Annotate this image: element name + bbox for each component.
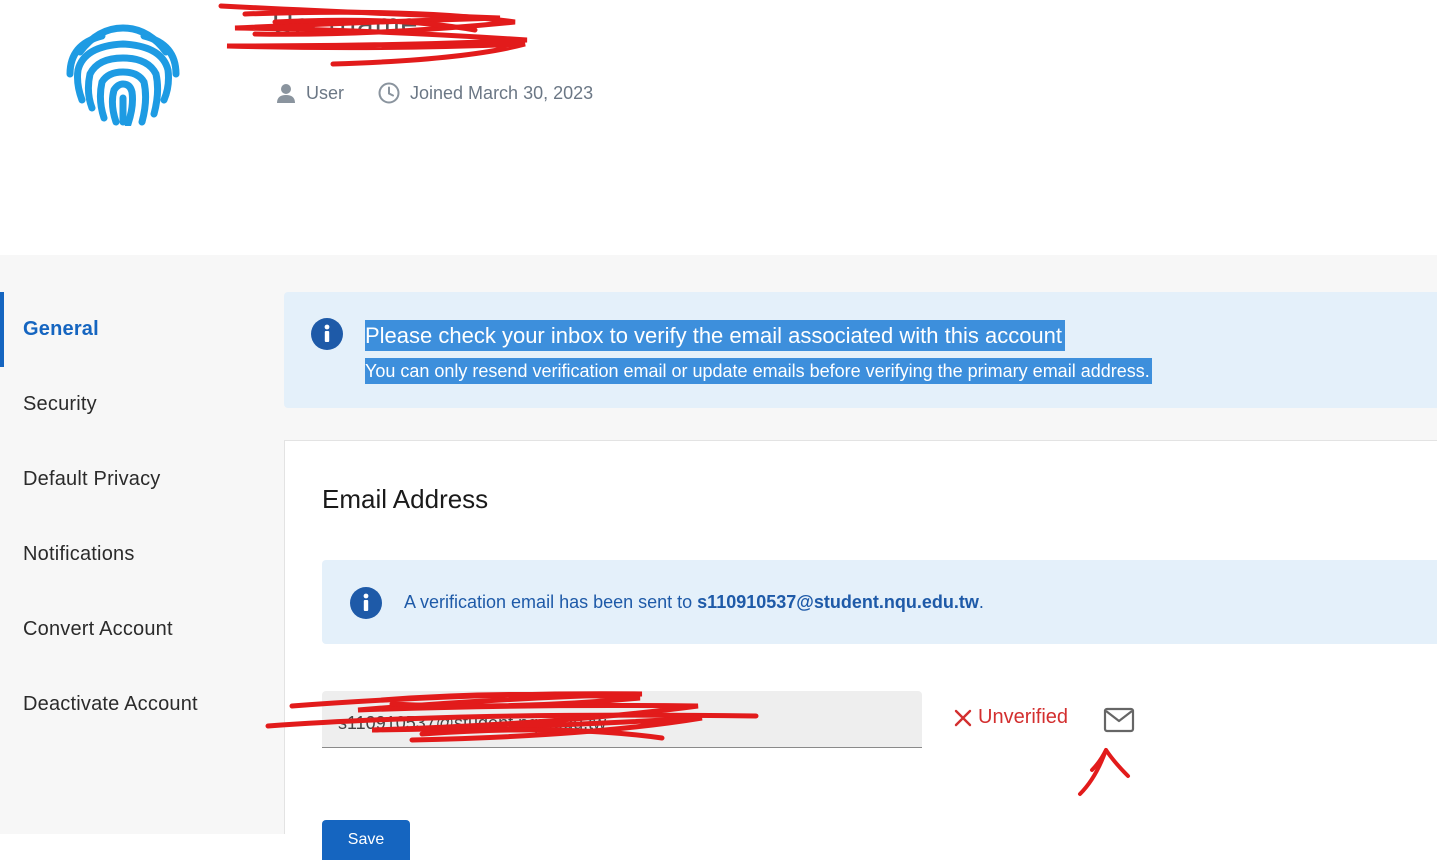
sidebar-item-deactivate-account[interactable]: Deactivate Account (0, 667, 270, 742)
verify-alert-title: Please check your inbox to verify the em… (365, 320, 1066, 351)
role-meta: User (276, 83, 344, 104)
clock-icon (378, 82, 400, 104)
profile-meta: User Joined March 30, 2023 (276, 82, 627, 104)
info-icon (350, 587, 382, 619)
sidebar-item-label: General (23, 318, 99, 340)
sidebar-item-label: Default Privacy (23, 468, 161, 490)
sidebar-item-general[interactable]: General (0, 292, 270, 367)
sidebar-item-label: Notifications (23, 543, 135, 565)
sidebar-item-label: Convert Account (23, 618, 173, 640)
email-field-value: s110910537@student.nqu.edu.tw (338, 713, 607, 733)
email-field[interactable]: s110910537@student.nqu.edu.tw (322, 691, 922, 748)
email-status: Unverified (952, 706, 1068, 729)
save-button[interactable]: Save (322, 820, 410, 860)
sidebar-item-default-privacy[interactable]: Default Privacy (0, 442, 270, 517)
notice-prefix: A verification email has been sent to (404, 592, 698, 612)
profile-header: Username User Joined March 30, 2023 (0, 0, 1437, 255)
notice-suffix: . (978, 592, 984, 612)
notice-email: s110910537@student.nqu.edu.tw (697, 592, 979, 612)
sidebar-item-label: Security (23, 393, 97, 415)
verify-alert-body: You can only resend verification email o… (365, 358, 1152, 384)
user-icon (277, 84, 295, 103)
info-icon (311, 318, 343, 350)
mail-icon (1103, 707, 1135, 733)
profile-username: Username (272, 8, 419, 41)
role-label: User (306, 82, 345, 103)
settings-sidebar: General Security Default Privacy Notific… (0, 292, 270, 742)
joined-date: Joined March 30, 2023 (410, 82, 594, 103)
sidebar-item-convert-account[interactable]: Convert Account (0, 592, 270, 667)
joined-meta: Joined March 30, 2023 (378, 82, 593, 104)
sidebar-item-security[interactable]: Security (0, 367, 270, 442)
sidebar-item-label: Deactivate Account (23, 693, 198, 715)
resend-verification-button[interactable] (1100, 704, 1138, 736)
sidebar-item-notifications[interactable]: Notifications (0, 517, 270, 592)
card-title: Email Address (322, 484, 489, 514)
verification-sent-text: A verification email has been sent to s1… (404, 592, 984, 613)
close-icon (954, 709, 972, 726)
fingerprint-icon (66, 24, 180, 126)
status-label: Unverified (978, 706, 1069, 728)
